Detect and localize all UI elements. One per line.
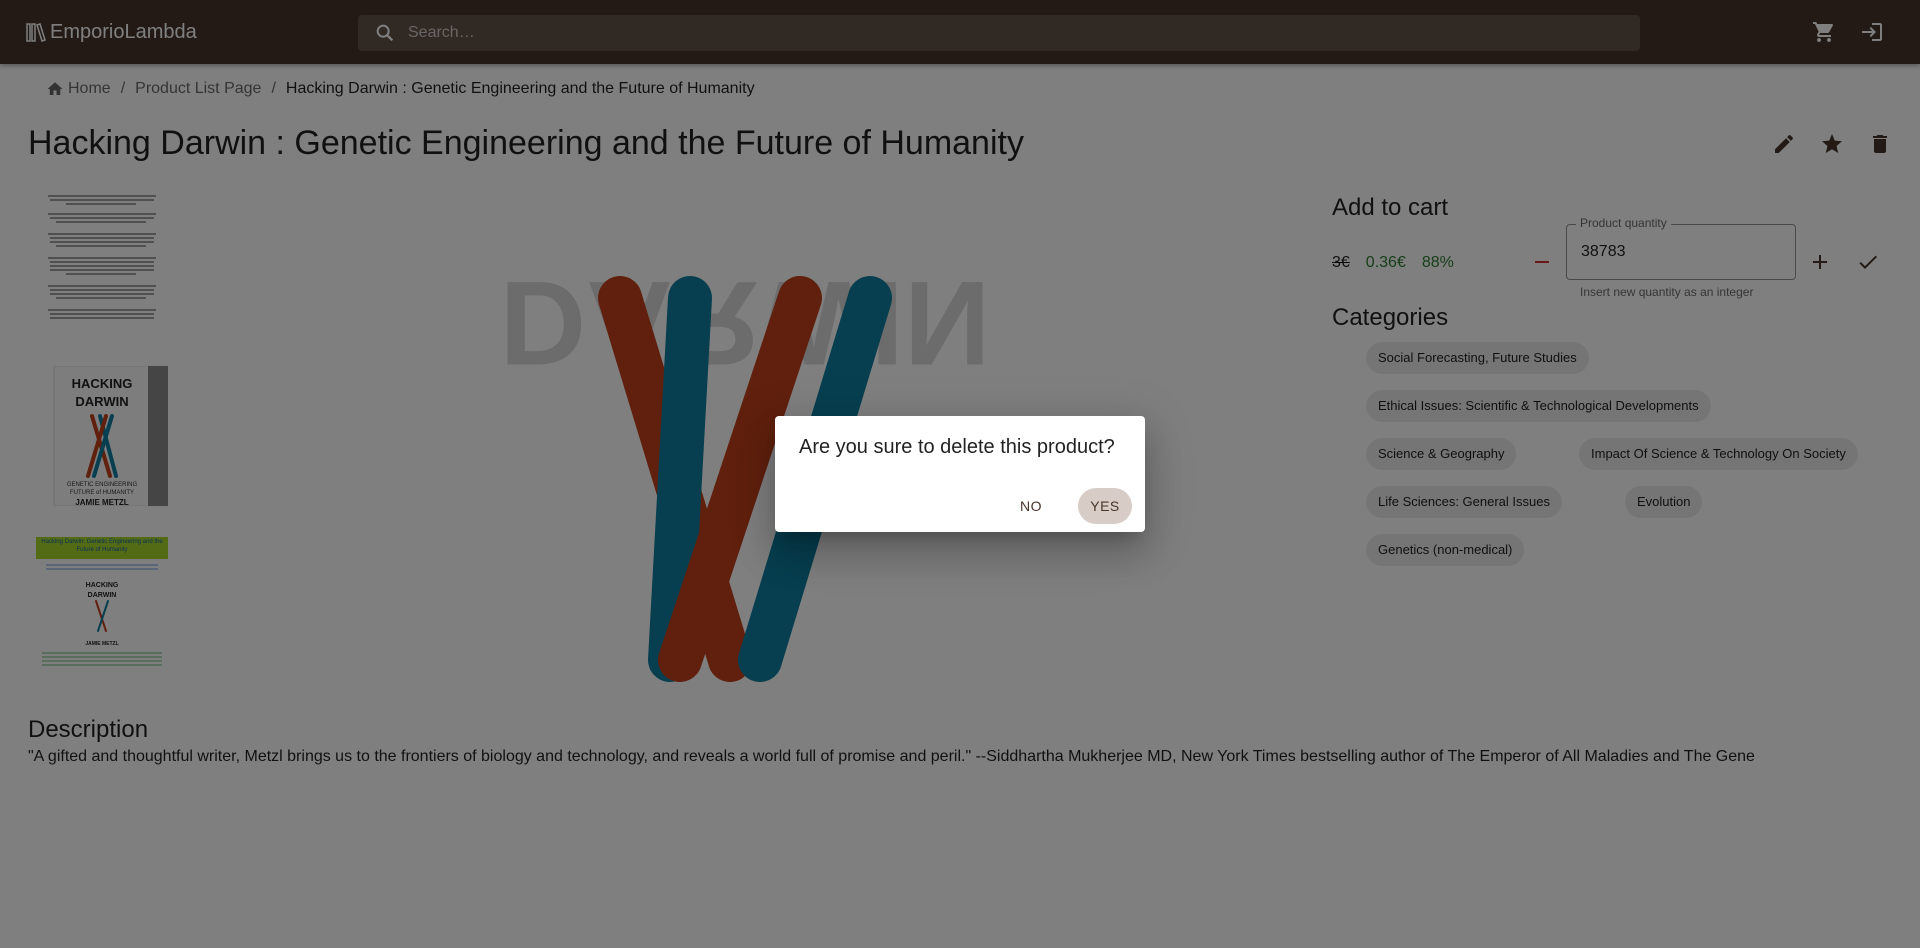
yes-button[interactable]: YES <box>1078 488 1132 524</box>
dialog-title: Are you sure to delete this product? <box>799 436 1115 458</box>
no-button[interactable]: NO <box>1011 488 1051 524</box>
delete-confirm-dialog: Are you sure to delete this product? NO … <box>775 416 1145 532</box>
